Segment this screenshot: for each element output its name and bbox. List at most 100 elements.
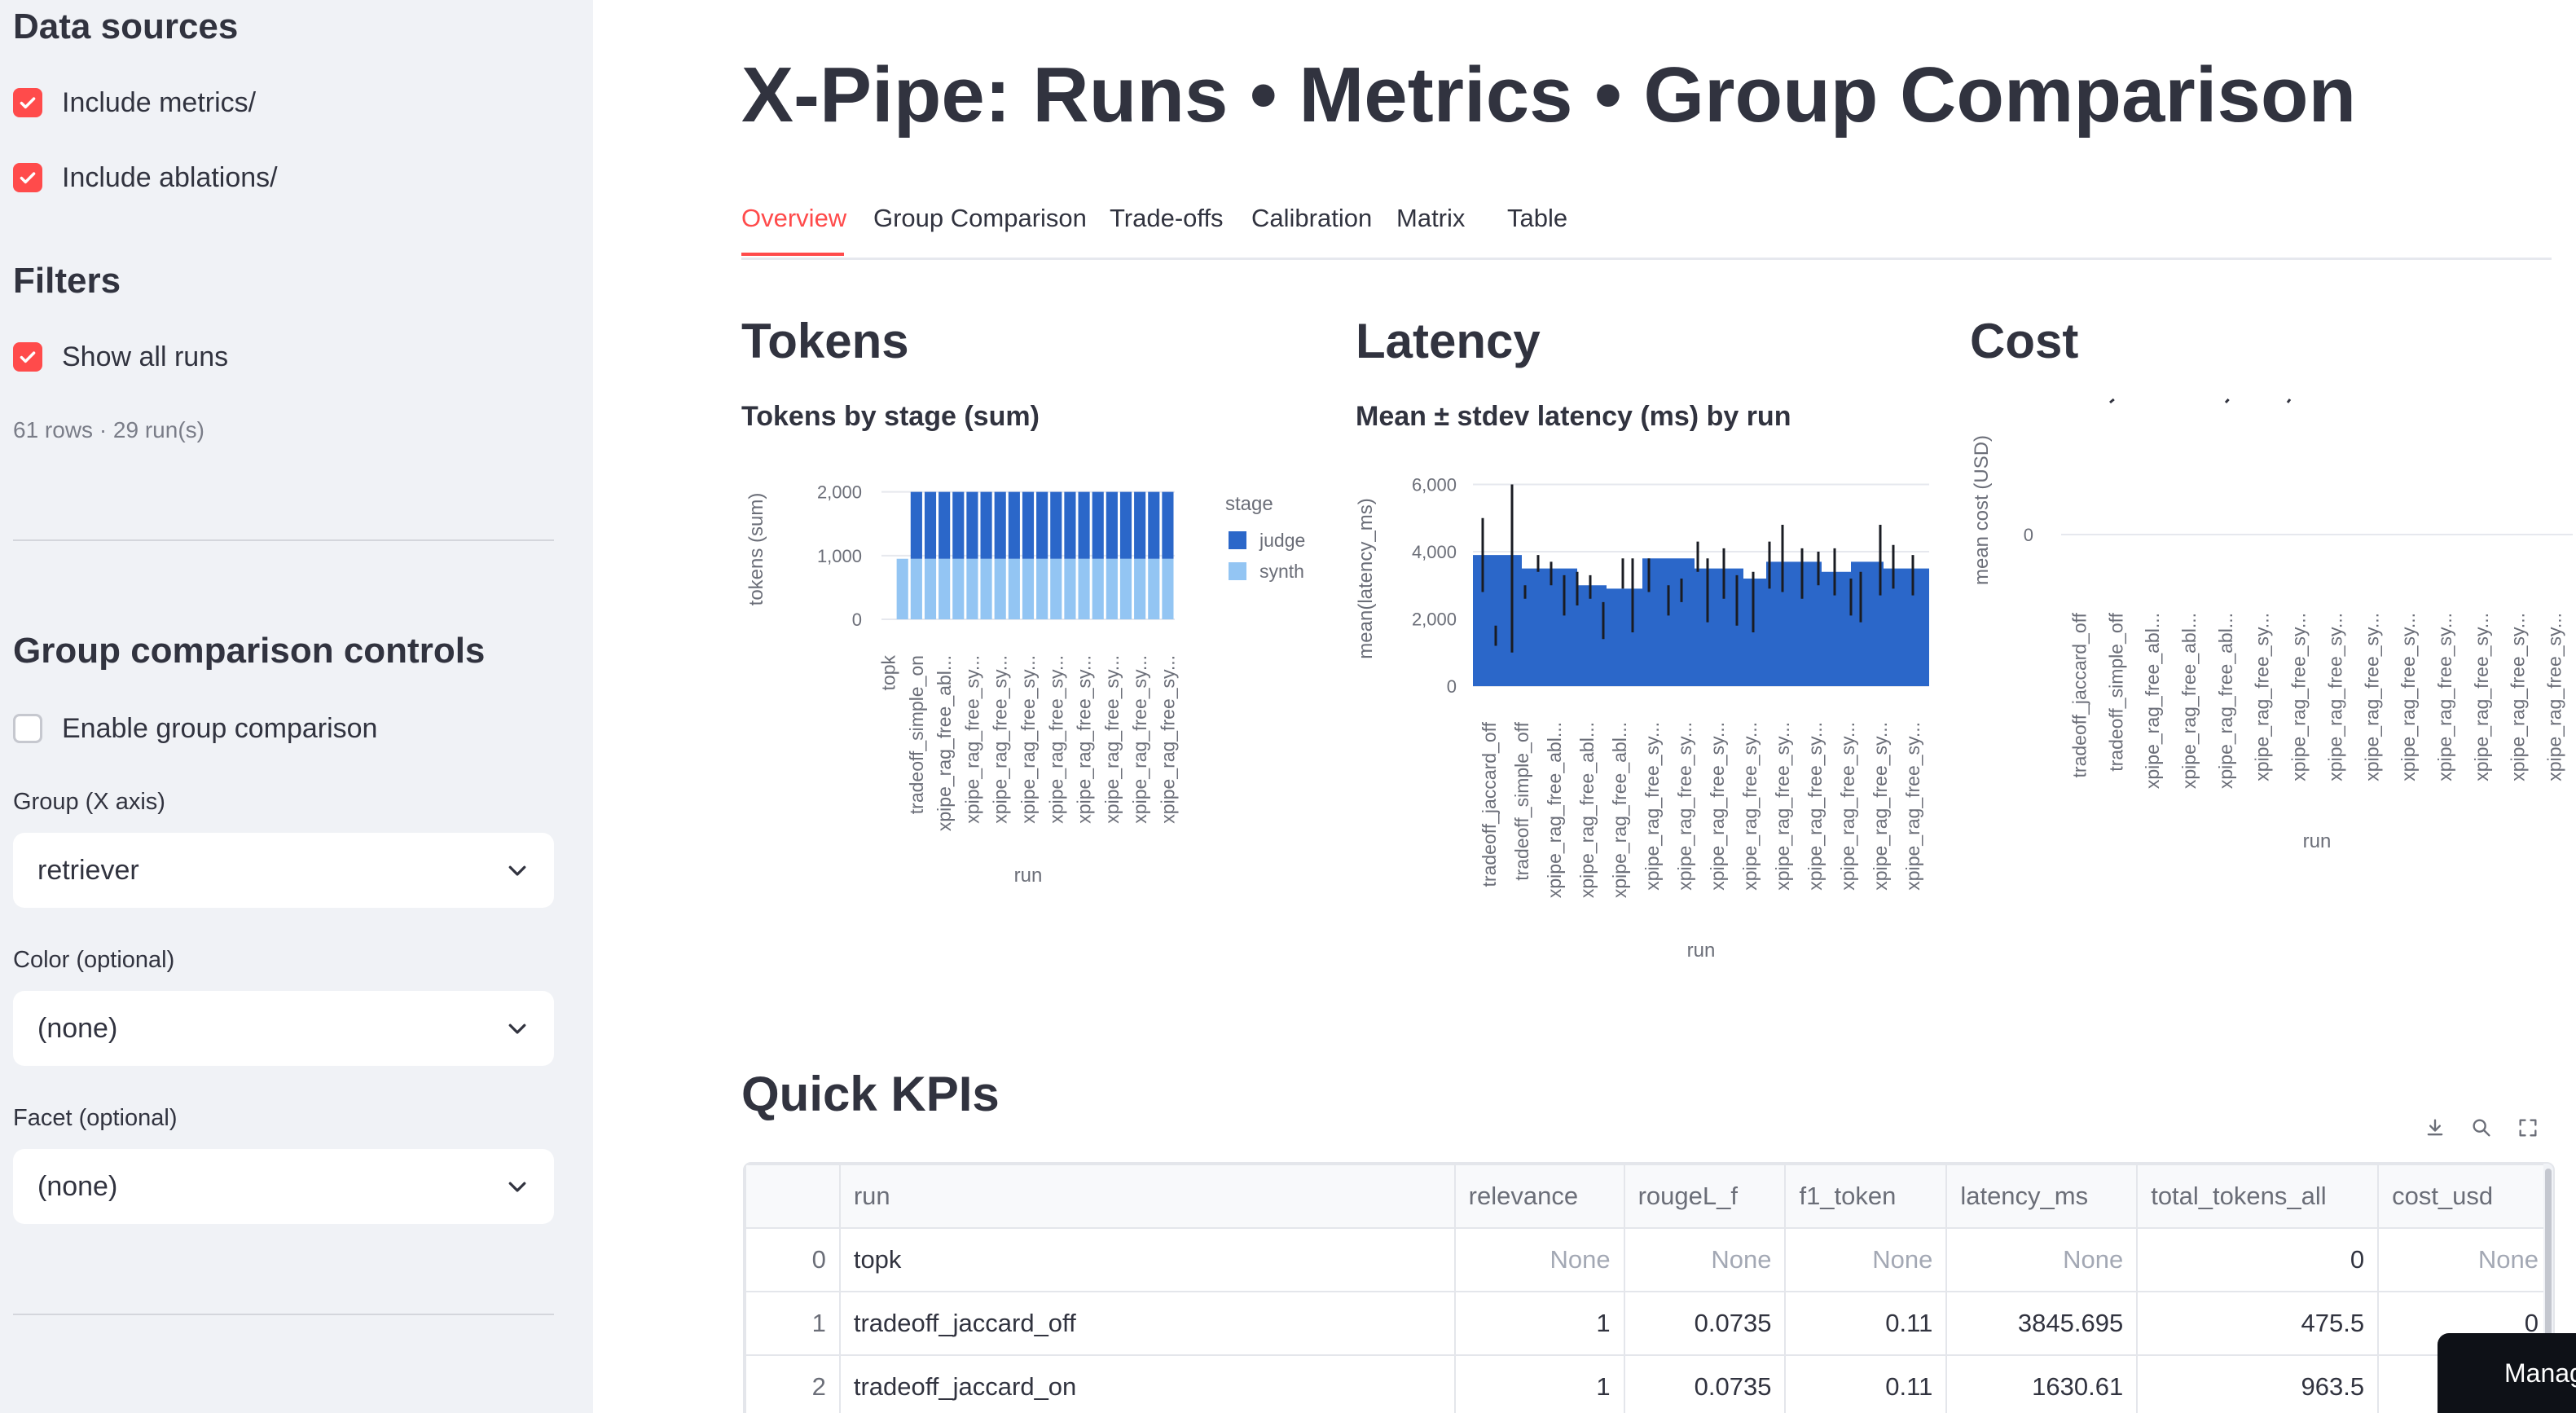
bar-judge — [1162, 491, 1174, 559]
column-header-rougel-f[interactable]: rougeL_f — [1623, 1164, 1787, 1229]
x-tick-label: tradeoff_simple_off — [2105, 612, 2126, 771]
include-metrics-checkbox[interactable]: Include metrics/ — [13, 86, 256, 119]
latency-chart[interactable]: 0 2,000 4,000 6,000 mean(latency_ms) tradeoff… — [1355, 456, 1942, 978]
tab-overview[interactable]: Overview — [741, 204, 846, 256]
checkbox-checked-icon[interactable] — [13, 88, 42, 117]
column-header-latency-ms[interactable]: latency_ms — [1945, 1164, 2139, 1229]
tokens-chart[interactable]: 0 1,000 2,000 tokens (sum) topk tradeoff_simp… — [741, 456, 1328, 913]
legend-swatch-judge — [1229, 531, 1246, 549]
cost-heading: Cost — [1970, 314, 2079, 368]
bar-synth — [1036, 558, 1048, 619]
x-tick-label: xpipe_rag_free_sy... — [1018, 655, 1039, 824]
bar-judge — [1148, 491, 1160, 559]
x-tick-label: xpipe_rag_free_sy... — [2471, 613, 2492, 781]
column-header-f1-token[interactable]: f1_token — [1784, 1164, 1948, 1229]
x-tick-label: xpipe_rag_free_sy... — [1101, 655, 1123, 824]
checkbox-unchecked-icon[interactable] — [13, 714, 42, 743]
bar-synth — [939, 558, 951, 619]
cell-f1-token[interactable]: 0.11 — [1784, 1354, 1948, 1413]
enable-group-comparison-checkbox[interactable]: Enable group comparison — [13, 712, 377, 745]
chevron-down-icon — [508, 865, 526, 876]
cost-chart[interactable]: 0 mean cost (USD) tradeoff_jaccard_off trad… — [1970, 391, 2576, 880]
bar-judge — [966, 491, 978, 559]
cell-cost-usd[interactable]: None — [2377, 1227, 2553, 1292]
x-tick-label: xpipe_rag_free_sy... — [2361, 613, 2382, 781]
table-row[interactable]: 1 tradeoff_jaccard_off 1 0.0735 0.11 384… — [745, 1291, 2553, 1356]
fullscreen-icon[interactable] — [2517, 1116, 2539, 1139]
main-content: X-Pipe: Runs • Metrics • Group Compariso… — [593, 0, 2576, 1413]
cell-relevance[interactable]: 1 — [1453, 1291, 1625, 1356]
y-tick-label: 6,000 — [1412, 475, 1457, 495]
rows-summary: 61 rows · 29 run(s) — [13, 417, 204, 442]
search-icon[interactable] — [2470, 1116, 2493, 1139]
cell-run[interactable]: tradeoff_jaccard_off — [838, 1291, 1456, 1356]
bar-synth — [1162, 558, 1174, 619]
tokens-chart-title: Tokens by stage (sum) — [741, 401, 1040, 432]
latency-bar — [1473, 555, 1522, 686]
show-all-runs-checkbox[interactable]: Show all runs — [13, 341, 228, 373]
column-header-relevance[interactable]: relevance — [1453, 1164, 1625, 1229]
cell-rougel-f[interactable]: None — [1623, 1227, 1787, 1292]
bar-synth — [910, 558, 922, 619]
cell-latency-ms[interactable]: 3845.695 — [1945, 1291, 2139, 1356]
table-row[interactable]: 0 topk None None None None 0 None — [745, 1227, 2553, 1292]
show-all-runs-label: Show all runs — [62, 341, 229, 372]
color-label: Color (optional) — [13, 947, 175, 973]
y-tick-label: 0 — [2024, 525, 2033, 545]
cell-f1-token[interactable]: 0.11 — [1784, 1291, 1948, 1356]
cell-rougel-f[interactable]: 0.0735 — [1623, 1291, 1787, 1356]
latency-bar — [1522, 568, 1577, 686]
cell-run[interactable]: tradeoff_jaccard_on — [838, 1354, 1456, 1413]
group-axis-select[interactable]: retriever — [13, 833, 554, 908]
x-tick-label: xpipe_rag_free_sy... — [1642, 722, 1663, 891]
tab-calibration[interactable]: Calibration — [1251, 204, 1372, 233]
cell-f1-token[interactable]: None — [1784, 1227, 1948, 1292]
tab-table[interactable]: Table — [1507, 204, 1567, 233]
cell-rougel-f[interactable]: 0.0735 — [1623, 1354, 1787, 1413]
bar-synth — [1008, 558, 1020, 619]
bar-synth — [1078, 558, 1090, 619]
bar-judge — [924, 491, 937, 559]
kpi-table[interactable]: run relevance rougeL_f f1_token latency_… — [743, 1162, 2555, 1413]
y-tick-label: 1,000 — [817, 546, 862, 566]
cell-run[interactable]: topk — [838, 1227, 1456, 1292]
y-tick-label: 2,000 — [1412, 610, 1457, 630]
manage-app-label: Manage app — [2504, 1358, 2576, 1388]
tab-group-comparison[interactable]: Group Comparison — [873, 204, 1087, 233]
manage-app-button[interactable]: Manage app — [2438, 1333, 2576, 1413]
tab-trade-offs[interactable]: Trade-offs — [1110, 204, 1224, 233]
x-tick-label: xpipe_rag_free_sy... — [1870, 722, 1891, 891]
bar-judge — [1064, 491, 1076, 559]
x-tick-label: xpipe_rag_free_abl... — [2142, 613, 2163, 789]
cell-latency-ms[interactable]: 1630.61 — [1945, 1354, 2139, 1413]
cell-total-tokens-all[interactable]: 475.5 — [2136, 1291, 2380, 1356]
cell-relevance[interactable]: 1 — [1453, 1354, 1625, 1413]
x-tick-label: xpipe_rag_free_sy... — [1074, 655, 1095, 824]
checkbox-checked-icon[interactable] — [13, 342, 42, 372]
y-tick-label: 0 — [1447, 676, 1457, 697]
y-tick-label: 0 — [852, 610, 862, 630]
facet-select[interactable]: (none) — [13, 1149, 554, 1224]
checkbox-checked-icon[interactable] — [13, 163, 42, 192]
x-tick-label: topk — [878, 655, 899, 691]
table-row[interactable]: 2 tradeoff_jaccard_on 1 0.0735 0.11 1630… — [745, 1354, 2553, 1413]
column-header-run[interactable]: run — [838, 1164, 1456, 1229]
group-controls-heading: Group comparison controls — [13, 631, 486, 671]
download-icon[interactable] — [2424, 1116, 2446, 1139]
include-metrics-label: Include metrics/ — [62, 86, 257, 118]
x-tick-label: tradeoff_jaccard_off — [2068, 612, 2090, 777]
bar-judge — [1036, 491, 1048, 559]
color-select[interactable]: (none) — [13, 991, 554, 1066]
column-header-cost-usd[interactable]: cost_usd — [2377, 1164, 2553, 1229]
cell-latency-ms[interactable]: None — [1945, 1227, 2139, 1292]
column-header-total-tokens-all[interactable]: total_tokens_all — [2136, 1164, 2380, 1229]
x-tick-label: xpipe_rag_free_sy... — [2252, 613, 2273, 781]
include-ablations-checkbox[interactable]: Include ablations/ — [13, 161, 278, 194]
cell-relevance[interactable]: None — [1453, 1227, 1625, 1292]
cell-total-tokens-all[interactable]: 963.5 — [2136, 1354, 2380, 1413]
chevron-down-icon — [508, 1182, 526, 1192]
row-index: 0 — [745, 1227, 841, 1292]
cell-total-tokens-all[interactable]: 0 — [2136, 1227, 2380, 1292]
tab-matrix[interactable]: Matrix — [1396, 204, 1465, 233]
tab-bar: Overview Group Comparison Trade-offs Cal… — [741, 200, 2552, 260]
